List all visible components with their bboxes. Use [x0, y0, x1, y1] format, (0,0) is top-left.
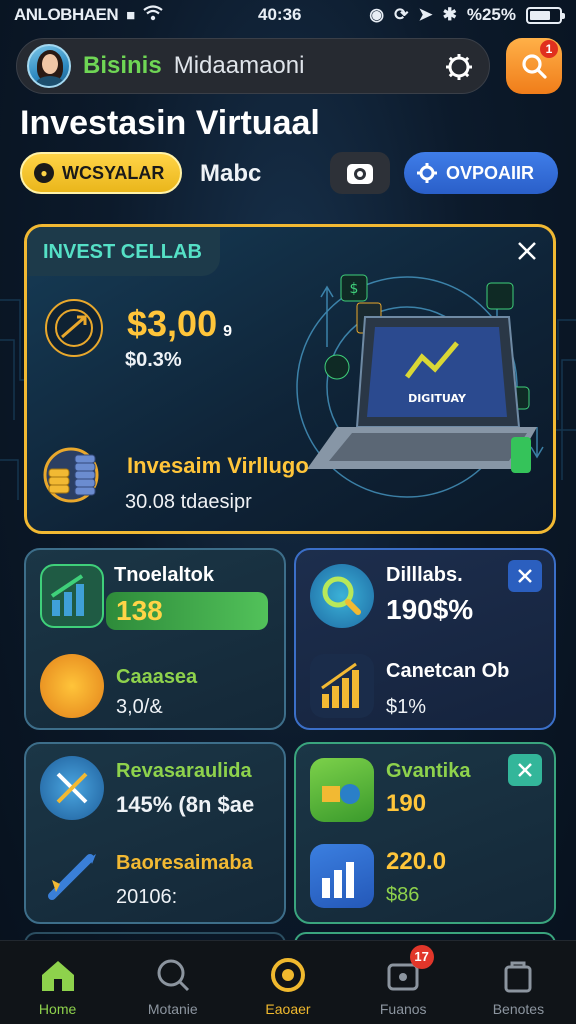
brand-label: Bisinis — [83, 52, 162, 79]
nav-badge-funds: 17 — [409, 945, 434, 969]
bag-icon — [504, 961, 532, 993]
svg-text:$: $ — [350, 281, 359, 297]
compass-icon — [271, 958, 305, 992]
chart-up-icon — [40, 564, 104, 628]
growth-bar-icon — [310, 844, 374, 908]
card-3-title: Revasaraulida — [116, 760, 252, 782]
home-icon — [41, 961, 74, 991]
card-2-subtitle: Canetcan Ob — [386, 660, 510, 682]
card-2-title: Dilllabs. — [386, 564, 463, 586]
battery-icon — [526, 6, 565, 24]
card-2-value: 190$% — [386, 594, 474, 625]
avatar[interactable] — [27, 44, 71, 88]
filter-chip-primary-label: WCSYALAR — [62, 162, 165, 183]
bar-chart-icon — [310, 654, 374, 718]
card-4-subtitle: 220.0 — [386, 848, 447, 875]
status-bar: ANLOBHAEN ■ 40:36 ◉ ⟳ ➤ ✱ %25% — [0, 0, 576, 30]
notification-badge: 1 — [540, 40, 558, 58]
card-1-value: 138 — [106, 592, 268, 630]
card-4-close-button[interactable] — [508, 754, 542, 786]
close-icon — [518, 763, 532, 777]
coin-icon: ● — [34, 163, 54, 183]
stat-card-3[interactable]: Revasaraulida 145% (8n $ae Baoresaimaba … — [24, 742, 286, 924]
crown-icon — [40, 654, 104, 718]
wifi-icon — [143, 5, 163, 25]
hero-amount: $3,00 9 — [127, 303, 232, 344]
battery-percent: %25% — [466, 5, 516, 24]
stat-card-2[interactable]: Dilllabs. 190$% Canetcan Ob $1% — [294, 548, 556, 730]
nav-item-home[interactable]: Home — [0, 941, 115, 1024]
search-growth-icon — [310, 564, 374, 628]
nav-label-home: Home — [38, 1001, 77, 1017]
hero-label: INVEST CELLAB — [27, 227, 220, 276]
card-3-subtitle: Baoresaimaba — [116, 852, 253, 874]
card-1-title: Tnoelaltok — [114, 564, 215, 586]
hero-card[interactable]: INVEST CELLAB $3,00 9 $0.3% $ DIGITUAY I… — [24, 224, 556, 534]
card-4-title: Gvantika — [386, 760, 471, 782]
page-title: Investasin Virtuaal — [20, 104, 320, 142]
sim-icon: ■ — [126, 6, 136, 24]
gear-icon — [417, 163, 437, 183]
filter-chip-secondary[interactable]: OVPOAIIR — [404, 152, 558, 194]
rocket-icon — [40, 844, 104, 908]
nav-label-search: Motanie — [147, 1001, 198, 1017]
status-time: 40:36 — [258, 5, 302, 24]
close-icon — [518, 569, 532, 583]
filter-chip-primary[interactable]: ● WCSYALAR — [20, 152, 182, 194]
search-icon — [157, 959, 189, 992]
hero-amount-suffix: 9 — [223, 323, 232, 340]
card-1-subtitle: Caaasea — [116, 666, 198, 688]
hero-meta: 30.08 tdaesipr — [125, 491, 252, 513]
camera-button[interactable] — [330, 152, 390, 194]
filter-chip-secondary-label: OVPOAIIR — [446, 162, 535, 183]
sync-icon: ⟳ — [394, 5, 409, 24]
bottom-nav: Home Motanie Eaoaer 17 Fuanos Benotes — [0, 940, 576, 1024]
card-3-value: 145% (8n $ae — [116, 792, 255, 817]
alarm-icon: ◉ — [369, 5, 385, 24]
card-2-close-button[interactable] — [508, 560, 542, 592]
hero-title: Invesaim Virllugo — [127, 453, 309, 478]
nav-item-search[interactable]: Motanie — [115, 941, 230, 1024]
bluetooth-icon: ✱ — [442, 5, 457, 24]
card-4-value: 190 — [386, 790, 427, 817]
analytics-icon — [310, 758, 374, 822]
search-input[interactable]: Midaamaoni — [174, 52, 305, 80]
nav-label-explore: Eaoaer — [265, 1001, 311, 1017]
card-2-subvalue: $1% — [386, 696, 427, 718]
search-bar[interactable]: Bisinis Midaamaoni — [16, 38, 490, 94]
nav-label-funds: Fuanos — [379, 1001, 427, 1017]
card-3-subvalue: 20106: — [116, 886, 178, 908]
card-4-subvalue: $86 — [386, 884, 420, 906]
camera-icon — [347, 164, 373, 184]
stat-card-1[interactable]: Tnoelaltok 138 Caaasea 3,0/& — [24, 548, 286, 730]
card-1-subvalue: 3,0/& — [116, 696, 163, 718]
hero-sub-value: $0.3% — [125, 349, 182, 371]
location-icon: ➤ — [418, 5, 433, 24]
nav-item-funds[interactable]: 17 Fuanos — [346, 941, 461, 1024]
nav-item-notes[interactable]: Benotes — [461, 941, 576, 1024]
settings-icon[interactable] — [443, 51, 475, 83]
carrier-label: ANLOBHAEN — [14, 5, 119, 24]
nav-label-notes: Benotes — [492, 1001, 545, 1017]
tab-middle[interactable]: Mabc — [200, 160, 261, 188]
tools-icon — [40, 756, 104, 820]
stat-card-4[interactable]: Gvantika 190 220.0 $86 — [294, 742, 556, 924]
laptop-screen-label: DIGITUAY — [408, 392, 467, 405]
growth-icon — [45, 299, 103, 357]
notification-button[interactable]: 1 — [506, 38, 562, 94]
coins-icon — [43, 447, 99, 503]
nav-item-explore[interactable]: Eaoaer — [230, 941, 345, 1024]
